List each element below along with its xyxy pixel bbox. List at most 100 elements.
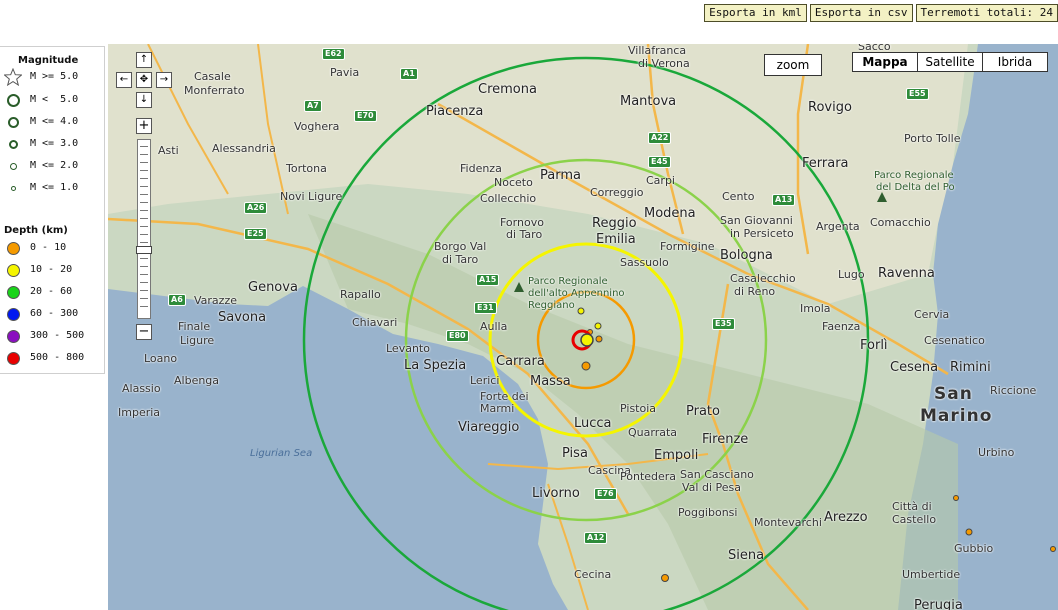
green-dot-icon <box>6 285 20 299</box>
earthquake-marker[interactable] <box>577 307 585 315</box>
road-shield: A13 <box>772 194 796 206</box>
legend-panel: Magnitude M >= 5.0 M < 5.0 M <= 4.0 M <=… <box>0 46 105 374</box>
place-label-country: Marino <box>920 406 993 426</box>
earthquake-marker[interactable] <box>595 335 603 343</box>
pan-down-button[interactable]: ↓ <box>136 92 152 108</box>
place-label: Arezzo <box>824 510 868 525</box>
zoom-button[interactable]: zoom <box>764 54 822 76</box>
pan-left-button[interactable]: ← <box>116 72 132 88</box>
place-label: Tortona <box>286 162 327 175</box>
place-label: Porto Tolle <box>904 132 961 145</box>
place-label: Carrara <box>496 354 545 369</box>
place-label: Savona <box>218 310 267 325</box>
orange-dot-icon <box>6 241 20 255</box>
earthquake-marker[interactable] <box>661 574 669 582</box>
road-shield: A22 <box>648 132 672 144</box>
place-label: Lerici <box>470 374 500 387</box>
depth-title: Depth (km) <box>4 225 68 236</box>
park-tree-icon <box>514 282 524 292</box>
legend-label: M <= 4.0 <box>30 116 79 127</box>
place-label: Asti <box>158 144 179 157</box>
place-label: Livorno <box>532 486 580 501</box>
pan-right-button[interactable]: → <box>156 72 172 88</box>
purple-dot-icon <box>6 329 20 343</box>
road-shield: E70 <box>354 110 377 122</box>
place-label: Reggio <box>592 216 637 231</box>
place-label: Cesenatico <box>924 334 985 347</box>
legend-depth-0-10: 0 - 10 <box>0 240 105 256</box>
earthquake-marker[interactable] <box>594 322 602 330</box>
earthquake-marker[interactable] <box>953 495 959 501</box>
place-label: Varazze <box>194 294 237 307</box>
place-label: Fidenza <box>460 162 502 175</box>
place-label: Siena <box>728 548 765 563</box>
earthquake-marker[interactable] <box>1050 546 1056 552</box>
zoom-in-button[interactable]: + <box>136 118 152 134</box>
road-shield: A7 <box>304 100 322 112</box>
export-toolbar: Esporta in kml Esporta in csv Terremoti … <box>704 4 1058 24</box>
place-label: Viareggio <box>458 420 520 435</box>
place-label: Montevarchi <box>754 516 822 529</box>
place-label: Loano <box>144 352 178 365</box>
zoom-slider-handle[interactable] <box>136 246 152 254</box>
place-label: Ferrara <box>802 156 849 171</box>
place-label: Pontedera <box>620 470 677 483</box>
place-label: Marmi <box>480 402 515 415</box>
legend-label: 0 - 10 <box>30 242 67 253</box>
zoom-slider[interactable] <box>136 139 152 319</box>
place-label: Noceto <box>494 176 533 189</box>
place-label: di Taro <box>506 228 543 241</box>
place-label: Finale <box>178 320 211 333</box>
export-kml-button[interactable]: Esporta in kml <box>704 4 807 22</box>
legend-label: M <= 2.0 <box>30 160 79 171</box>
place-label: Mantova <box>620 94 677 109</box>
place-label: Sassuolo <box>620 256 669 269</box>
place-label: Albenga <box>174 374 220 387</box>
road-shield: E80 <box>446 330 469 342</box>
road-shield: E25 <box>244 228 267 240</box>
place-label: Comacchio <box>870 216 931 229</box>
circle-dot-icon <box>10 185 16 191</box>
map-type-map-button[interactable]: Mappa <box>852 52 918 72</box>
zoom-out-button[interactable]: − <box>136 324 152 340</box>
place-label: Formigine <box>660 240 715 253</box>
place-label: La Spezia <box>404 358 467 373</box>
place-label: Argenta <box>816 220 860 233</box>
place-label: Cervia <box>914 308 950 321</box>
road-shield: A15 <box>476 274 500 286</box>
place-label: Alessandria <box>212 142 276 155</box>
place-label: Modena <box>644 206 696 221</box>
place-label: Cremona <box>478 82 537 97</box>
map-canvas[interactable]: Pavia Casale Monferrato Asti Alessandria… <box>108 44 1058 610</box>
map-type-hybrid-button[interactable]: Ibrida <box>982 52 1048 72</box>
place-label: in Persiceto <box>730 227 794 240</box>
export-csv-button[interactable]: Esporta in csv <box>809 4 913 22</box>
circle-small-icon <box>8 139 18 149</box>
place-label: Urbino <box>978 446 1015 459</box>
place-label: Val di Pesa <box>682 481 741 494</box>
legend-magnitude-le-3: M <= 3.0 <box>0 136 105 152</box>
pan-up-button[interactable]: ↑ <box>136 52 152 68</box>
road-shield: A1 <box>400 68 418 80</box>
legend-depth-20-60: 20 - 60 <box>0 284 105 300</box>
place-label: Riccione <box>990 384 1037 397</box>
place-label: Poggibonsi <box>678 506 738 519</box>
place-label: Pavia <box>330 66 360 79</box>
earthquake-marker[interactable] <box>580 333 594 347</box>
legend-label: 10 - 20 <box>30 264 73 275</box>
map-type-satellite-button[interactable]: Satellite <box>917 52 983 72</box>
map-type-control: Mappa Satellite Ibrida <box>852 52 1048 72</box>
legend-magnitude-le-1: M <= 1.0 <box>0 180 105 196</box>
earthquake-marker[interactable] <box>965 528 973 536</box>
park-label: del Delta del Po <box>876 182 955 193</box>
park-label: Reggiano <box>528 300 575 311</box>
legend-magnitude-5-plus: M >= 5.0 <box>0 68 105 86</box>
earthquake-marker[interactable] <box>581 361 591 371</box>
place-label: Pistoia <box>620 402 657 415</box>
legend-label: M <= 3.0 <box>30 138 79 149</box>
legend-label: M >= 5.0 <box>30 71 79 82</box>
pan-center-button[interactable]: ✥ <box>136 72 152 88</box>
place-label: di Reno <box>734 285 776 298</box>
road-shield: A6 <box>168 294 186 306</box>
place-label: Novi Ligure <box>280 190 343 203</box>
